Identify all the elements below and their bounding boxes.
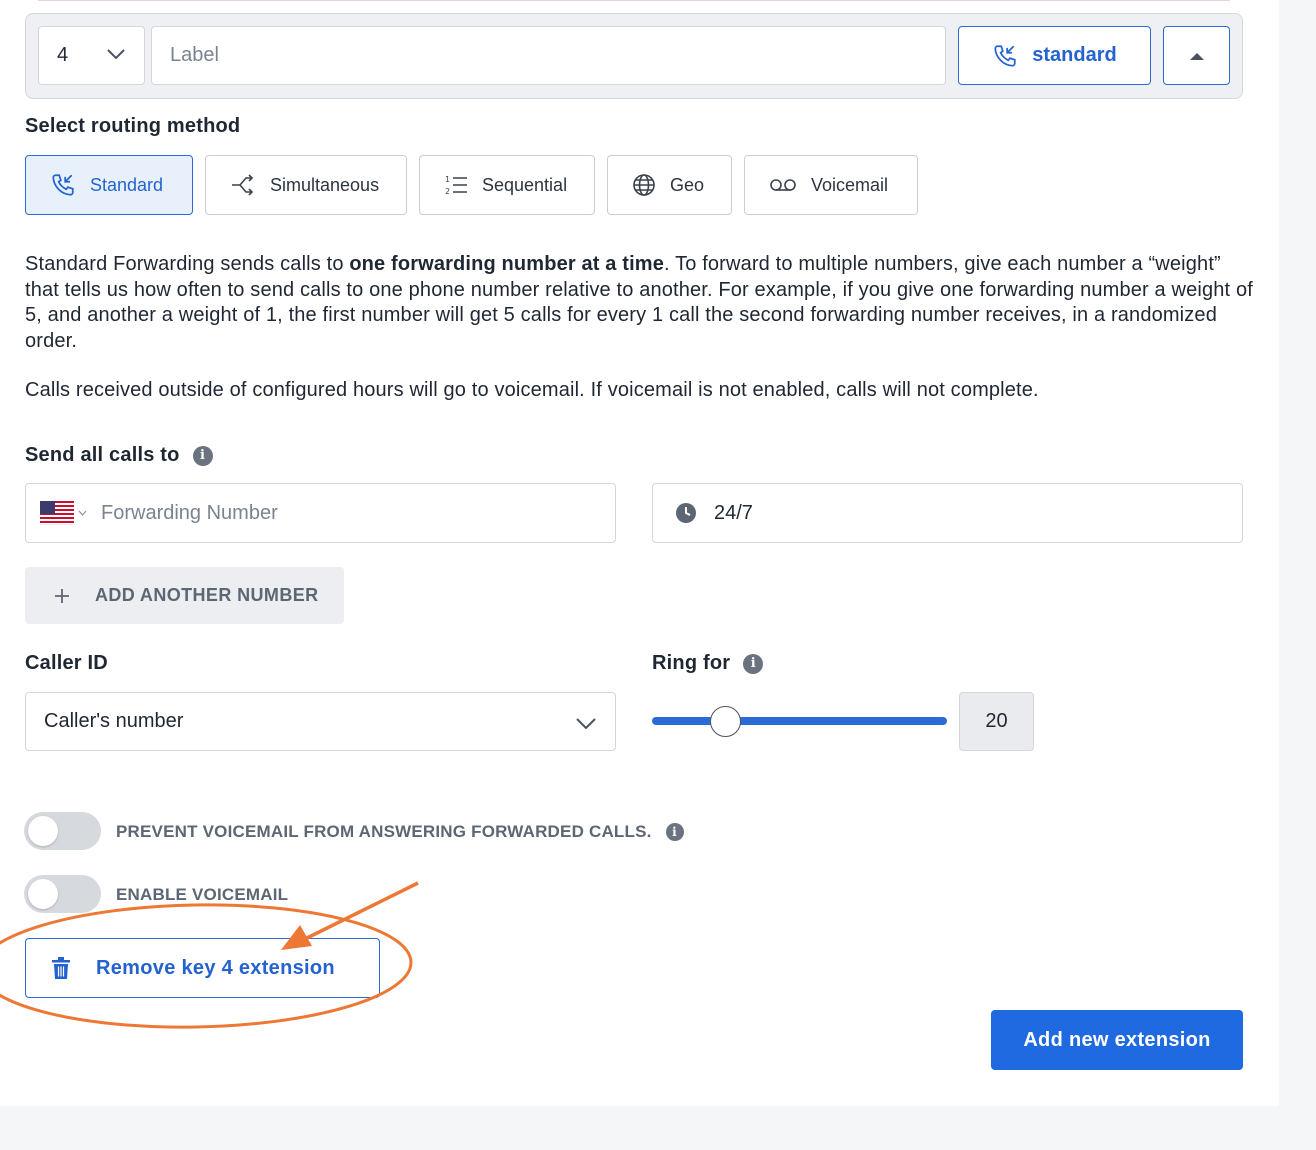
route-label: Simultaneous bbox=[270, 174, 380, 195]
plus-icon bbox=[55, 588, 69, 603]
phone-forward-icon bbox=[994, 44, 1016, 67]
routing-mode-button[interactable]: standard bbox=[958, 26, 1151, 85]
info-icon[interactable]: i bbox=[665, 823, 684, 841]
remove-extension-label: Remove key 4 extension bbox=[96, 956, 335, 979]
split-arrows-icon bbox=[232, 174, 254, 196]
add-extension-label: Add new extension bbox=[1023, 1028, 1211, 1051]
route-simultaneous[interactable]: Simultaneous bbox=[205, 155, 407, 215]
chevron-down-icon bbox=[78, 510, 87, 516]
svg-text:1: 1 bbox=[445, 175, 450, 184]
route-geo[interactable]: Geo bbox=[607, 155, 732, 215]
routing-title: Select routing method bbox=[25, 115, 241, 137]
svg-text:2: 2 bbox=[445, 187, 450, 196]
enable-voicemail-label: ENABLE VOICEMAIL bbox=[116, 885, 289, 904]
prevent-voicemail-label: PREVENT VOICEMAIL FROM ANSWERING FORWARD… bbox=[116, 822, 684, 842]
route-voicemail[interactable]: Voicemail bbox=[744, 155, 918, 215]
caller-id-value: Caller's number bbox=[44, 710, 184, 732]
caller-id-title: Caller ID bbox=[25, 652, 108, 674]
info-icon[interactable]: i bbox=[192, 445, 213, 466]
key-value: 4 bbox=[57, 44, 69, 66]
toggle-knob bbox=[28, 816, 58, 846]
ring-for-title: Ring for i bbox=[652, 652, 764, 675]
trash-icon bbox=[52, 957, 70, 979]
info-icon[interactable]: i bbox=[743, 653, 764, 674]
numbered-list-icon: 12 bbox=[445, 175, 467, 196]
us-flag-icon[interactable] bbox=[40, 501, 74, 525]
collapse-button[interactable] bbox=[1163, 26, 1230, 85]
key-select[interactable]: 4 bbox=[38, 26, 145, 85]
route-sequential[interactable]: 12 Sequential bbox=[419, 155, 595, 215]
schedule-field[interactable]: 24/7 bbox=[652, 483, 1243, 543]
forwarding-number-field[interactable]: Forwarding Number bbox=[25, 483, 616, 543]
divider bbox=[38, 0, 1230, 1]
prevent-voicemail-toggle[interactable] bbox=[24, 812, 101, 850]
ring-for-slider-track[interactable] bbox=[652, 717, 947, 725]
label-input[interactable] bbox=[151, 26, 946, 85]
chevron-down-icon bbox=[576, 718, 596, 730]
add-new-extension-button[interactable]: Add new extension bbox=[991, 1010, 1243, 1070]
remove-extension-button[interactable]: Remove key 4 extension bbox=[25, 938, 380, 998]
ring-for-value: 20 bbox=[959, 692, 1034, 751]
add-another-number-button[interactable]: ADD ANOTHER NUMBER bbox=[25, 567, 344, 624]
add-number-label: ADD ANOTHER NUMBER bbox=[95, 585, 319, 605]
route-label: Sequential bbox=[482, 174, 568, 195]
phone-forward-icon bbox=[52, 174, 74, 196]
globe-icon bbox=[633, 174, 655, 196]
routing-mode-label: standard bbox=[1032, 44, 1117, 66]
route-label: Geo bbox=[670, 174, 705, 195]
chevron-down-icon bbox=[107, 49, 125, 60]
route-standard[interactable]: Standard bbox=[25, 155, 193, 215]
voicemail-icon bbox=[770, 179, 796, 191]
route-label: Standard bbox=[90, 174, 164, 195]
route-label: Voicemail bbox=[811, 174, 889, 195]
routing-description: Standard Forwarding sends calls to one f… bbox=[25, 253, 1253, 352]
send-calls-title: Send all calls to i bbox=[25, 444, 213, 467]
clock-icon bbox=[676, 503, 696, 523]
schedule-value: 24/7 bbox=[714, 501, 753, 524]
hours-note: Calls received outside of configured hou… bbox=[25, 379, 1039, 401]
forwarding-number-placeholder: Forwarding Number bbox=[101, 501, 278, 524]
toggle-knob bbox=[28, 879, 58, 909]
caller-id-select[interactable]: Caller's number bbox=[25, 692, 616, 751]
caret-up-icon bbox=[1189, 52, 1204, 60]
enable-voicemail-toggle[interactable] bbox=[24, 875, 101, 913]
